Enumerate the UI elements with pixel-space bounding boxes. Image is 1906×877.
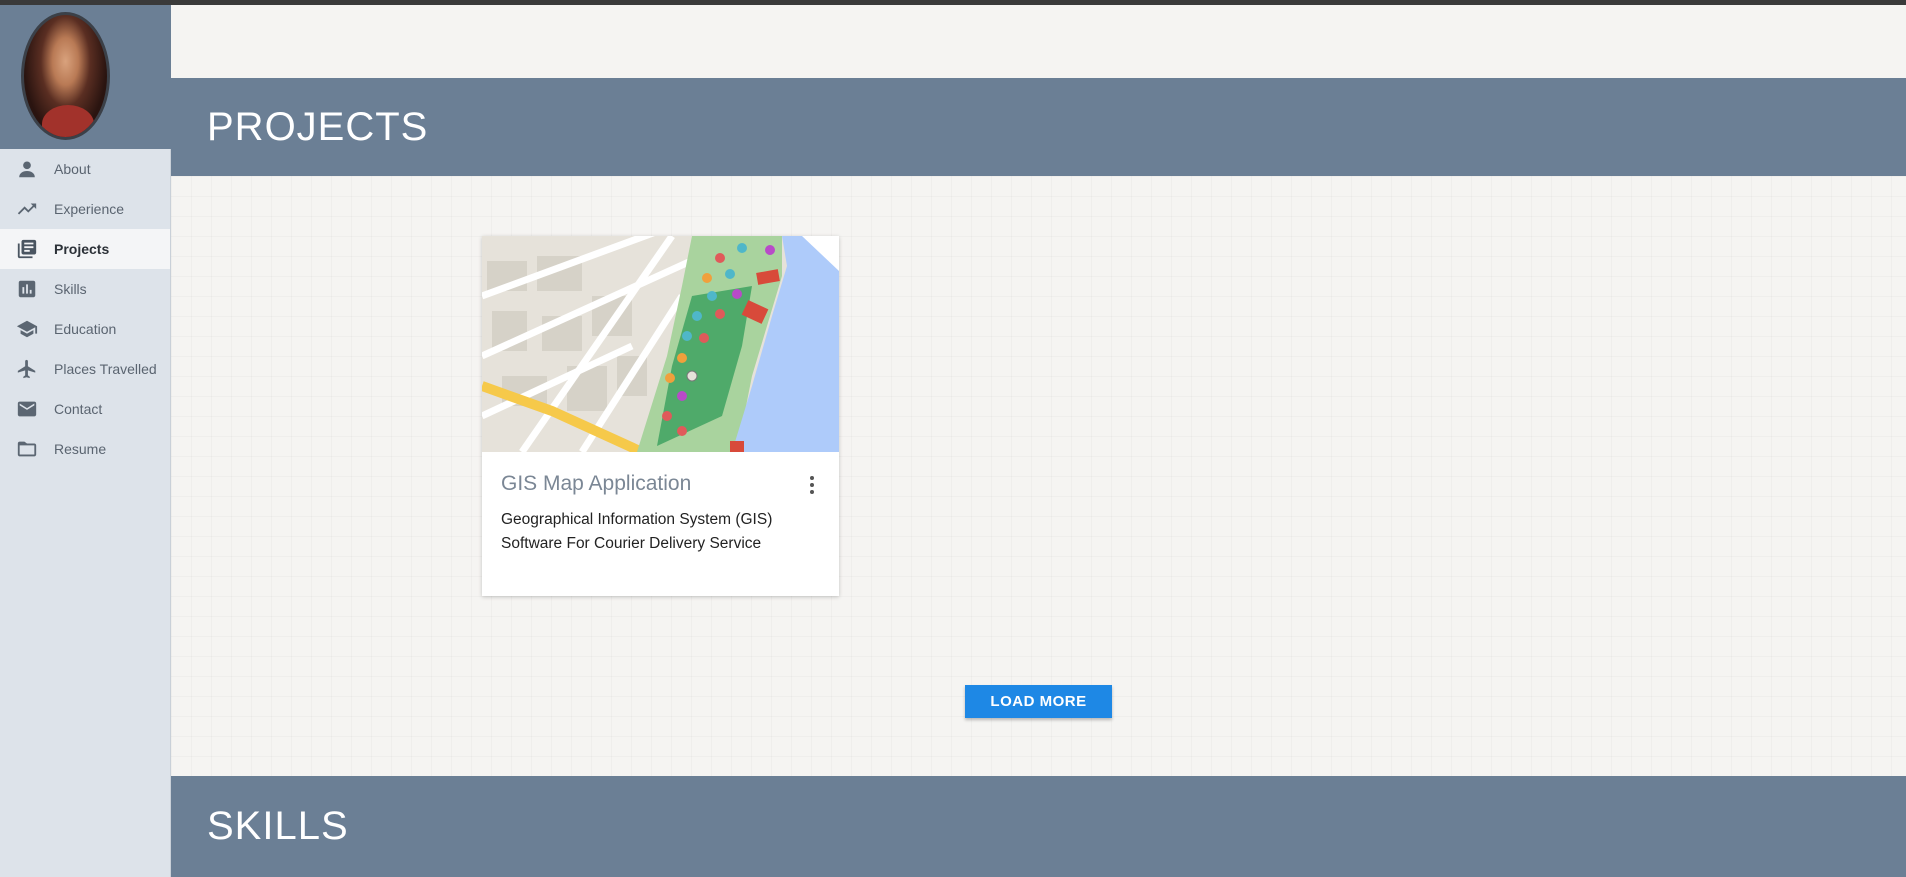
section-title: PROJECTS: [207, 104, 429, 149]
sidebar-header: [0, 5, 171, 149]
sidebar-item-experience[interactable]: Experience: [0, 189, 170, 229]
sidebar-item-places-travelled[interactable]: Places Travelled: [0, 349, 170, 389]
profile-avatar: [21, 12, 110, 140]
sidebar-item-label: Projects: [54, 241, 110, 257]
sidebar-item-resume[interactable]: Resume: [0, 429, 170, 469]
load-more-button[interactable]: LOAD MORE: [965, 685, 1112, 718]
person-icon: [15, 157, 39, 181]
main-content: PROJECTS GIS Map Application Geographica…: [171, 5, 1906, 877]
sidebar-item-label: Contact: [54, 401, 103, 417]
sidebar: About Experience Projects Skills Educati…: [0, 5, 171, 877]
mail-icon: [15, 397, 39, 421]
sidebar-item-label: Resume: [54, 441, 107, 457]
project-map-thumbnail: [482, 236, 839, 452]
more-vert-icon[interactable]: [809, 476, 815, 494]
sidebar-item-education[interactable]: Education: [0, 309, 170, 349]
sidebar-item-skills[interactable]: Skills: [0, 269, 170, 309]
sidebar-nav: About Experience Projects Skills Educati…: [0, 149, 170, 469]
airplane-icon: [15, 357, 39, 381]
sidebar-item-contact[interactable]: Contact: [0, 389, 170, 429]
map-illustration: [482, 236, 839, 452]
sidebar-item-label: Experience: [54, 201, 125, 217]
library-books-icon: [15, 237, 39, 261]
folder-icon: [15, 437, 39, 461]
trending-up-icon: [15, 197, 39, 221]
project-card-body: GIS Map Application Geographical Informa…: [482, 452, 839, 556]
bar-chart-icon: [15, 277, 39, 301]
sidebar-item-label: Places Travelled: [54, 361, 157, 377]
sidebar-item-label: Education: [54, 321, 117, 337]
project-card-title: GIS Map Application: [501, 472, 692, 495]
project-card[interactable]: GIS Map Application Geographical Informa…: [482, 236, 839, 596]
projects-section-header: PROJECTS: [171, 78, 1906, 176]
section-title: SKILLS: [207, 804, 349, 848]
graduation-cap-icon: [15, 317, 39, 341]
project-card-description: Geographical Information System (GIS) So…: [501, 511, 773, 552]
sidebar-item-label: About: [54, 161, 91, 177]
sidebar-item-about[interactable]: About: [0, 149, 170, 189]
sidebar-item-label: Skills: [54, 281, 87, 297]
skills-section-header: SKILLS: [171, 776, 1906, 877]
sidebar-item-projects[interactable]: Projects: [0, 229, 170, 269]
